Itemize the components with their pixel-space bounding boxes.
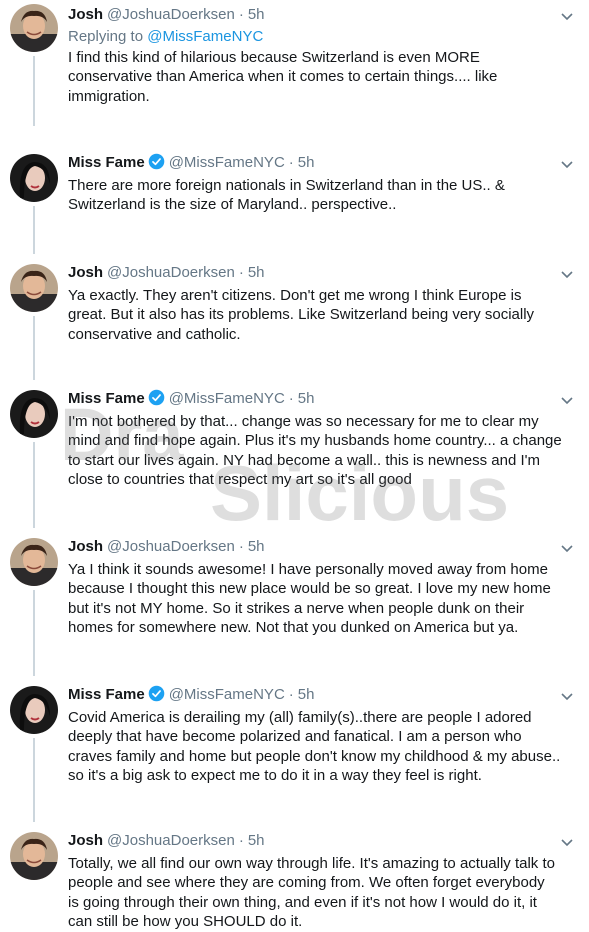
- avatar-missfame-image: [10, 154, 58, 202]
- thread-connector: [33, 56, 35, 126]
- avatar-josh-image: [10, 4, 58, 52]
- display-name[interactable]: Josh: [68, 538, 103, 555]
- chevron-down-icon[interactable]: [559, 156, 575, 172]
- tweet-text: Covid America is derailing my (all) fami…: [68, 709, 561, 784]
- tweet[interactable]: Josh @JoshuaDoerksen · 5h Ya exactly. They …: [0, 258, 589, 384]
- display-name[interactable]: Josh: [68, 832, 103, 849]
- tweet-text: Ya I think it sounds awesome! I have per…: [68, 561, 551, 636]
- timestamp[interactable]: 5h: [298, 390, 315, 407]
- avatar-josh[interactable]: [10, 264, 58, 312]
- display-name[interactable]: Miss Fame: [68, 154, 145, 171]
- avatar-missfame[interactable]: [10, 686, 58, 734]
- tweet[interactable]: Josh @JoshuaDoerksen · 5h Replying to @Miss…: [0, 0, 589, 130]
- thread-connector: [33, 738, 35, 822]
- separator-dot: ·: [238, 832, 244, 849]
- chevron-down-icon[interactable]: [559, 834, 575, 850]
- avatar-josh-image: [10, 538, 58, 586]
- tweet-header: Josh @JoshuaDoerksen · 5h: [68, 263, 549, 283]
- tweet-text: There are more foreign nationals in Swit…: [68, 177, 505, 214]
- verified-badge-icon: [148, 153, 164, 170]
- avatar-missfame-image: [10, 686, 58, 734]
- user-handle[interactable]: @JoshuaDoerksen: [107, 264, 235, 281]
- thread-connector: [33, 590, 35, 676]
- avatar-missfame-image: [10, 390, 58, 438]
- tweet[interactable]: Miss Fame @MissFameNYC · 5h I'm not bothere…: [0, 384, 589, 532]
- separator-dot: ·: [238, 538, 244, 555]
- display-name[interactable]: Josh: [68, 264, 103, 281]
- avatar-josh[interactable]: [10, 4, 58, 52]
- timestamp[interactable]: 5h: [248, 6, 265, 23]
- separator-dot: ·: [288, 154, 294, 171]
- display-name[interactable]: Josh: [68, 6, 103, 23]
- tweet-header: Miss Fame @MissFameNYC · 5h: [68, 685, 549, 705]
- timestamp[interactable]: 5h: [248, 832, 265, 849]
- timestamp[interactable]: 5h: [298, 686, 315, 703]
- timestamp[interactable]: 5h: [248, 538, 265, 555]
- user-handle[interactable]: @MissFameNYC: [169, 686, 285, 703]
- user-handle[interactable]: @JoshuaDoerksen: [107, 6, 235, 23]
- chevron-down-icon[interactable]: [559, 540, 575, 556]
- thread-connector: [33, 206, 35, 254]
- tweet[interactable]: Miss Fame @MissFameNYC · 5h Covid America i…: [0, 680, 589, 826]
- user-handle[interactable]: @MissFameNYC: [169, 390, 285, 407]
- tweet-text: I'm not bothered by that... change was s…: [68, 413, 562, 488]
- replying-to-label: Replying to: [68, 28, 148, 45]
- chevron-down-icon[interactable]: [559, 266, 575, 282]
- separator-dot: ·: [288, 390, 294, 407]
- tweet-header: Josh @JoshuaDoerksen · 5h: [68, 831, 549, 851]
- verified-badge-icon: [148, 685, 164, 702]
- verified-badge-icon: [148, 389, 164, 406]
- tweet-text: Totally, we all find our own way through…: [68, 855, 555, 930]
- thread-connector: [33, 316, 35, 380]
- separator-dot: ·: [238, 264, 244, 281]
- replying-to-link[interactable]: @MissFameNYC: [147, 28, 263, 45]
- tweet-header: Josh @JoshuaDoerksen · 5h: [68, 537, 549, 557]
- tweet[interactable]: Josh @JoshuaDoerksen · 5h Totally, we all f…: [0, 826, 589, 932]
- display-name[interactable]: Miss Fame: [68, 390, 145, 407]
- chevron-down-icon[interactable]: [559, 688, 575, 704]
- tweet-header: Miss Fame @MissFameNYC · 5h: [68, 389, 549, 409]
- avatar-josh-image: [10, 832, 58, 880]
- separator-dot: ·: [238, 6, 244, 23]
- timestamp[interactable]: 5h: [248, 264, 265, 281]
- avatar-josh[interactable]: [10, 832, 58, 880]
- tweet-header: Josh @JoshuaDoerksen · 5h: [68, 5, 549, 25]
- tweet-header: Miss Fame @MissFameNYC · 5h: [68, 153, 549, 173]
- tweet[interactable]: Josh @JoshuaDoerksen · 5h Ya I think it sou…: [0, 532, 589, 680]
- user-handle[interactable]: @JoshuaDoerksen: [107, 538, 235, 555]
- chevron-down-icon[interactable]: [559, 8, 575, 24]
- tweet[interactable]: Miss Fame @MissFameNYC · 5h There are more …: [0, 148, 589, 258]
- tweet-text: I find this kind of hilarious because Sw…: [68, 49, 498, 105]
- avatar-josh-image: [10, 264, 58, 312]
- chevron-down-icon[interactable]: [559, 392, 575, 408]
- tweet-thread: Josh @JoshuaDoerksen · 5h Replying to @Miss…: [0, 0, 589, 932]
- avatar-josh[interactable]: [10, 538, 58, 586]
- tweet-text: Ya exactly. They aren't citizens. Don't …: [68, 287, 535, 343]
- avatar-missfame[interactable]: [10, 154, 58, 202]
- display-name[interactable]: Miss Fame: [68, 686, 145, 703]
- avatar-missfame[interactable]: [10, 390, 58, 438]
- user-handle[interactable]: @JoshuaDoerksen: [107, 832, 235, 849]
- separator-dot: ·: [288, 686, 294, 703]
- timestamp[interactable]: 5h: [298, 154, 315, 171]
- thread-connector: [33, 442, 35, 528]
- replying-to: Replying to @MissFameNYC: [68, 27, 263, 47]
- user-handle[interactable]: @MissFameNYC: [169, 154, 285, 171]
